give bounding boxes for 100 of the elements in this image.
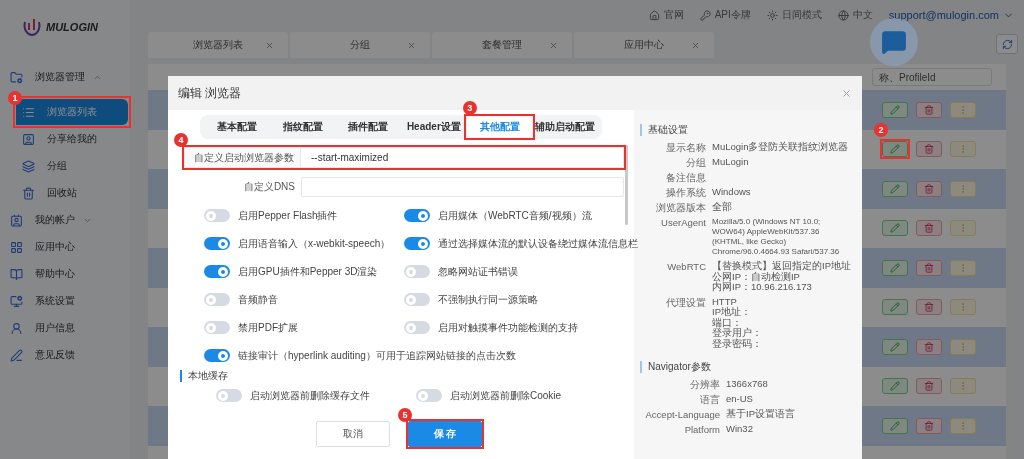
edit-button[interactable] — [882, 101, 908, 118]
summary-label: 显示名称 — [665, 142, 706, 153]
toggle-label: 启动浏览器前删除Cookie — [450, 388, 562, 403]
more-button[interactable] — [950, 141, 976, 158]
delete-button[interactable] — [916, 180, 942, 197]
menu-item-icon — [10, 294, 23, 308]
close-icon[interactable] — [265, 40, 274, 50]
toggle-label: 启用GPU插件和Pepper 3D渲染 — [238, 264, 378, 279]
summary-value: HTTP — [712, 296, 737, 307]
toggle-switch[interactable] — [216, 389, 242, 402]
more-button[interactable] — [950, 338, 976, 355]
toggle-switch[interactable] — [416, 389, 442, 402]
toggle-switch[interactable] — [404, 293, 430, 306]
edit-button[interactable] — [882, 220, 908, 237]
sidebar-item[interactable]: 系统设置 — [8, 288, 128, 314]
summary-value: Windows — [712, 187, 751, 198]
config-tab[interactable]: 基本配置 — [204, 117, 270, 137]
more-button[interactable] — [950, 378, 976, 395]
close-icon[interactable] — [407, 40, 416, 50]
delete-button[interactable] — [916, 141, 942, 158]
page-tab[interactable]: 应用中心 — [574, 32, 714, 58]
summary-label: WebRTC — [666, 261, 706, 274]
toggle-switch[interactable] — [404, 265, 430, 278]
config-tab[interactable]: 指纹配置 — [269, 117, 336, 137]
edit-button[interactable] — [882, 299, 908, 316]
sidebar-item[interactable]: 回收站 — [16, 180, 128, 206]
delete-button[interactable] — [916, 299, 942, 316]
more-button[interactable] — [950, 299, 976, 316]
sidebar-item[interactable]: 分享给我的 — [16, 126, 128, 152]
toggle-switch[interactable] — [204, 209, 230, 222]
sidebar-item[interactable]: 应用中心 — [8, 234, 128, 260]
toggle-switch[interactable] — [204, 293, 230, 306]
summary-value: (KHTML, like Gecko) — [712, 237, 787, 247]
edit-button[interactable] — [882, 378, 908, 395]
refresh-button[interactable] — [996, 34, 1018, 54]
toggle-switch[interactable] — [204, 265, 230, 278]
close-icon[interactable] — [549, 40, 558, 50]
sidebar-item[interactable]: 浏览器列表 — [16, 99, 128, 125]
toggle-switch[interactable] — [204, 321, 230, 334]
toggle-switch[interactable] — [204, 237, 230, 250]
toggle-switch[interactable] — [404, 321, 430, 334]
cancel-button[interactable]: 取消 — [316, 421, 390, 447]
summary-value: 【替换模式】返回指定的IP地址 — [712, 261, 851, 271]
menu-item-icon — [10, 321, 23, 335]
sidebar-item[interactable]: 用户信息 — [8, 315, 128, 341]
trash-icon — [924, 381, 934, 392]
config-tab[interactable]: 插件配置 — [335, 117, 401, 137]
delete-button[interactable] — [916, 417, 942, 434]
dns-input-field[interactable] — [301, 177, 624, 197]
summary-label: 分组 — [685, 157, 706, 168]
toggle-switch[interactable] — [404, 237, 430, 250]
close-icon[interactable] — [691, 40, 700, 50]
dialog-title: 编辑 浏览器 — [178, 84, 242, 102]
edit-button[interactable] — [882, 180, 908, 197]
edit-button[interactable] — [882, 259, 908, 276]
chat-icon — [881, 29, 907, 55]
scrollbar-thumb[interactable] — [625, 145, 628, 225]
header-link[interactable]: 官网 — [648, 8, 684, 22]
delete-button[interactable] — [916, 378, 942, 395]
launch-args-field[interactable]: 自定义启动浏览器参数 --start-maximized — [184, 147, 624, 168]
delete-button[interactable] — [916, 101, 942, 118]
toggle-switch[interactable] — [404, 209, 430, 222]
config-tab[interactable]: 辅助启动配置 — [532, 117, 599, 137]
menu-item-icon — [10, 348, 23, 362]
account-menu[interactable]: support@mulogin.com — [888, 9, 1014, 21]
header-link[interactable]: 中文 — [837, 8, 873, 22]
search-field[interactable]: 称、ProfileId — [872, 68, 992, 86]
sidebar-item[interactable]: 我的帐户 — [8, 207, 128, 233]
more-button[interactable] — [950, 220, 976, 237]
config-tab[interactable]: Header设置 — [401, 117, 467, 137]
summary-value: 端口： — [712, 317, 742, 328]
sidebar-item[interactable]: 帮助中心 — [8, 261, 128, 287]
header-link-icon — [648, 9, 660, 21]
toggle-switch[interactable] — [204, 349, 230, 362]
config-tab[interactable]: 其他配置 — [466, 117, 533, 137]
summary-value: 基于IP设置语言 — [726, 409, 795, 420]
edit-button[interactable] — [882, 338, 908, 355]
more-button[interactable] — [950, 101, 976, 118]
page-tab[interactable]: 浏览器列表 — [148, 32, 288, 58]
more-button[interactable] — [950, 180, 976, 197]
delete-button[interactable] — [916, 259, 942, 276]
sidebar-item[interactable]: 意见反馈 — [8, 342, 128, 368]
toggle-label: 音频静音 — [238, 292, 278, 307]
header-link[interactable]: API令牌 — [699, 8, 751, 22]
save-button[interactable]: 保 存 — [408, 421, 482, 447]
close-icon[interactable] — [841, 87, 852, 99]
page-tab[interactable]: 套餐管理 — [432, 32, 572, 58]
delete-button[interactable] — [916, 220, 942, 237]
menu-item-icon — [10, 213, 23, 227]
edit-button[interactable] — [882, 417, 908, 434]
page-tab[interactable]: 分组 — [290, 32, 430, 58]
delete-button[interactable] — [916, 338, 942, 355]
summary-value: Win32 — [726, 424, 753, 435]
more-button[interactable] — [950, 259, 976, 276]
sidebar-item[interactable]: 浏览器管理 — [8, 64, 128, 90]
header-link[interactable]: 日间模式 — [766, 8, 822, 22]
summary-label: 分辨率 — [689, 379, 720, 390]
more-button[interactable] — [950, 417, 976, 434]
sidebar-item[interactable]: 分组 — [16, 153, 128, 179]
edit-button[interactable] — [882, 141, 908, 158]
